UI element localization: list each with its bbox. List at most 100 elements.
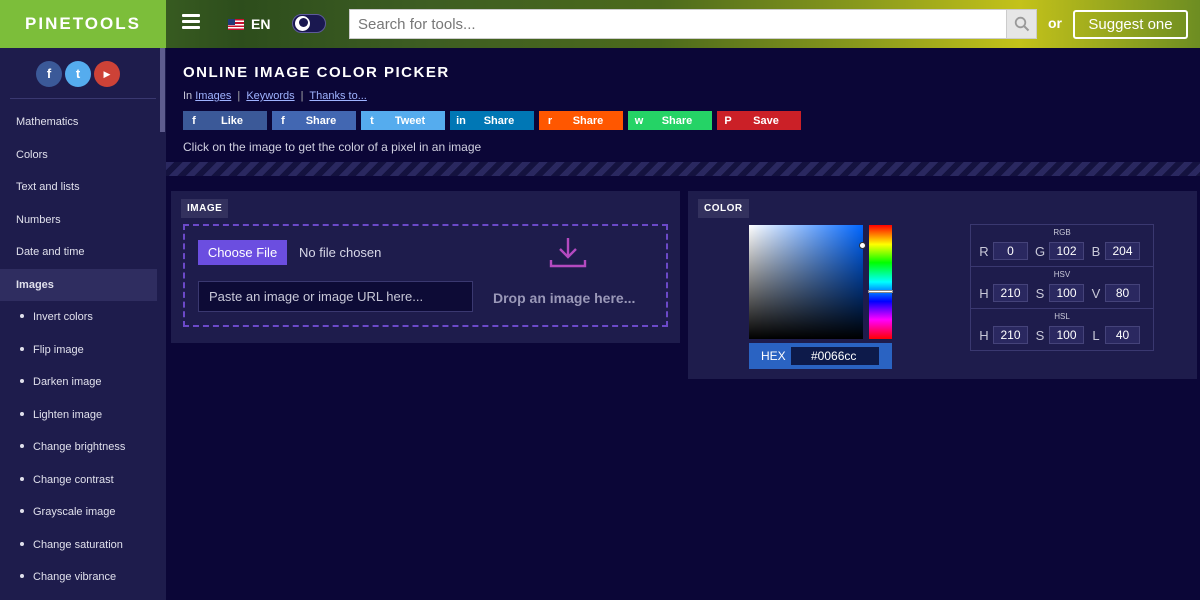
facebook-icon[interactable]: f xyxy=(36,61,62,87)
sidebar-subitem-grayscale-image[interactable]: Grayscale image xyxy=(0,496,157,529)
choose-file-button[interactable]: Choose File xyxy=(198,240,287,265)
hamburger-menu-icon[interactable] xyxy=(182,14,200,34)
value-box[interactable]: 204 xyxy=(1105,242,1140,260)
image-panel-tag: IMAGE xyxy=(181,199,229,218)
sidebar-subitem-label: Change vibrance xyxy=(33,571,117,583)
suggest-button[interactable]: Suggest one xyxy=(1073,10,1188,39)
sidebar-subitem-label: Invert colors xyxy=(33,311,93,323)
sidebar-subitem-label: Darken image xyxy=(33,376,102,388)
language-selector[interactable]: EN xyxy=(228,14,270,34)
group-title: HSV xyxy=(1053,270,1071,279)
site-logo[interactable]: PINETOOLS xyxy=(0,0,166,48)
value-box[interactable]: 80 xyxy=(1105,284,1140,302)
image-drop-zone[interactable]: Choose File No file chosen Drop an image… xyxy=(183,224,668,327)
breadcrumb-prefix: In xyxy=(183,90,193,102)
page-title: ONLINE IMAGE COLOR PICKER xyxy=(183,64,450,81)
picker-cursor[interactable] xyxy=(859,242,866,249)
sidebar-item-images[interactable]: Images xyxy=(0,268,157,301)
hex-input[interactable] xyxy=(791,347,879,365)
sidebar-subitem-label: Lighten image xyxy=(33,408,103,421)
dark-mode-toggle[interactable] xyxy=(292,14,326,33)
search-button[interactable] xyxy=(1006,10,1036,38)
sidebar-subitem-invert-colors[interactable]: Invert colors xyxy=(0,301,157,334)
group-title: HSL xyxy=(1054,312,1070,321)
value-box[interactable]: 0 xyxy=(993,242,1028,260)
value-box[interactable]: 100 xyxy=(1049,284,1084,302)
whatsapp-share-button[interactable]: w Share xyxy=(628,111,712,130)
sidebar-item-colors[interactable]: Colors xyxy=(0,139,157,172)
sidebar-subitem-change-contrast[interactable]: Change contrast xyxy=(0,464,157,497)
reddit-share-button[interactable]: r Share xyxy=(539,111,623,130)
striped-divider xyxy=(166,162,1200,176)
bullet-icon xyxy=(20,411,24,416)
sidebar-nav: Mathematics Colors Text and lists Number… xyxy=(0,106,157,594)
pinterest-save-button[interactable]: P Save xyxy=(717,111,801,130)
sidebar-subitem-label: Change contrast xyxy=(33,473,114,486)
breadcrumb-separator: | xyxy=(300,90,304,102)
hsl-l: L 40 xyxy=(1091,326,1140,344)
color-panel: COLOR HEX RGB R0 G102 B204 HSV H210 S100… xyxy=(688,191,1197,379)
sidebar-subitem-change-saturation[interactable]: Change saturation xyxy=(0,529,157,562)
breadcrumb-link-images[interactable]: Images xyxy=(195,90,231,102)
or-label: or xyxy=(1048,15,1062,31)
value-box[interactable]: 210 xyxy=(993,284,1028,302)
sidebar-subitem-label: Flip image xyxy=(33,343,84,356)
bullet-icon xyxy=(20,444,24,449)
sidebar-subitem-change-brightness[interactable]: Change brightness xyxy=(0,431,157,464)
top-header: PINETOOLS EN or Suggest one xyxy=(0,0,1200,48)
sidebar-scroll-thumb[interactable] xyxy=(160,48,165,132)
whatsapp-icon: w xyxy=(634,114,644,127)
twitter-icon[interactable]: t xyxy=(65,61,91,87)
sidebar-subitem-change-vibrance[interactable]: Change vibrance xyxy=(0,561,157,594)
sidebar: f t ▶ Mathematics Colors Text and lists … xyxy=(0,48,166,600)
value-box[interactable]: 100 xyxy=(1049,326,1084,344)
sidebar-subitem-darken-image[interactable]: Darken image xyxy=(0,366,157,399)
facebook-like-button[interactable]: f Like xyxy=(183,111,267,130)
sidebar-subitem-lighten-image[interactable]: Lighten image xyxy=(0,399,157,432)
saturation-value-picker[interactable] xyxy=(749,225,863,339)
hue-slider-handle[interactable] xyxy=(868,290,893,293)
group-title: RGB xyxy=(1053,228,1071,237)
facebook-share-button[interactable]: f Share xyxy=(272,111,356,130)
bullet-icon xyxy=(20,541,24,546)
sidebar-item-text-and-lists[interactable]: Text and lists xyxy=(0,171,157,204)
twitter-icon: t xyxy=(370,114,374,127)
bullet-icon xyxy=(20,476,24,481)
breadcrumb-separator: | xyxy=(237,90,241,102)
sidebar-subitem-label: Grayscale image xyxy=(33,506,116,518)
youtube-icon[interactable]: ▶ xyxy=(94,61,120,87)
no-file-label: No file chosen xyxy=(299,245,382,260)
sidebar-subitem-flip-image[interactable]: Flip image xyxy=(0,334,157,367)
value-box[interactable]: 210 xyxy=(993,326,1028,344)
facebook-icon: f xyxy=(281,114,285,127)
search-icon xyxy=(1014,16,1030,32)
hue-slider[interactable] xyxy=(869,225,892,339)
image-url-input[interactable] xyxy=(198,281,473,312)
twitter-tweet-button[interactable]: t Tweet xyxy=(361,111,445,130)
search-input[interactable] xyxy=(350,10,1006,38)
hsv-h: H 210 xyxy=(979,284,1028,302)
sidebar-item-numbers[interactable]: Numbers xyxy=(0,204,157,237)
hex-label: HEX xyxy=(761,349,786,363)
reddit-icon: r xyxy=(547,114,553,127)
breadcrumb-link-thanks[interactable]: Thanks to... xyxy=(309,90,366,102)
sidebar-item-date-and-time[interactable]: Date and time xyxy=(0,236,157,269)
color-values-table: RGB R0 G 102 B 204 HSV H 210 S 100 V 80 HSL H… xyxy=(970,224,1154,351)
breadcrumb-link-keywords[interactable]: Keywords xyxy=(246,90,294,102)
value-box[interactable]: 102 xyxy=(1049,242,1084,260)
sidebar-item-mathematics[interactable]: Mathematics xyxy=(0,106,157,139)
sidebar-subitem-label: Change saturation xyxy=(33,538,123,551)
bullet-icon xyxy=(20,574,24,579)
rgb-group: RGB R0 G 102 B 204 xyxy=(971,225,1153,267)
hsv-group: HSV H 210 S 100 V 80 xyxy=(971,267,1153,309)
linkedin-icon: in xyxy=(456,114,466,127)
social-links: f t ▶ xyxy=(36,61,120,87)
sidebar-divider xyxy=(10,98,156,99)
moon-icon xyxy=(295,16,310,31)
bullet-icon xyxy=(20,346,24,351)
value-box[interactable]: 40 xyxy=(1105,326,1140,344)
us-flag-icon xyxy=(228,18,244,30)
share-buttons: f Like f Share t Tweet in Share r Share w Shar… xyxy=(183,111,801,130)
linkedin-share-button[interactable]: in Share xyxy=(450,111,534,130)
hsv-s: S 100 xyxy=(1035,284,1084,302)
